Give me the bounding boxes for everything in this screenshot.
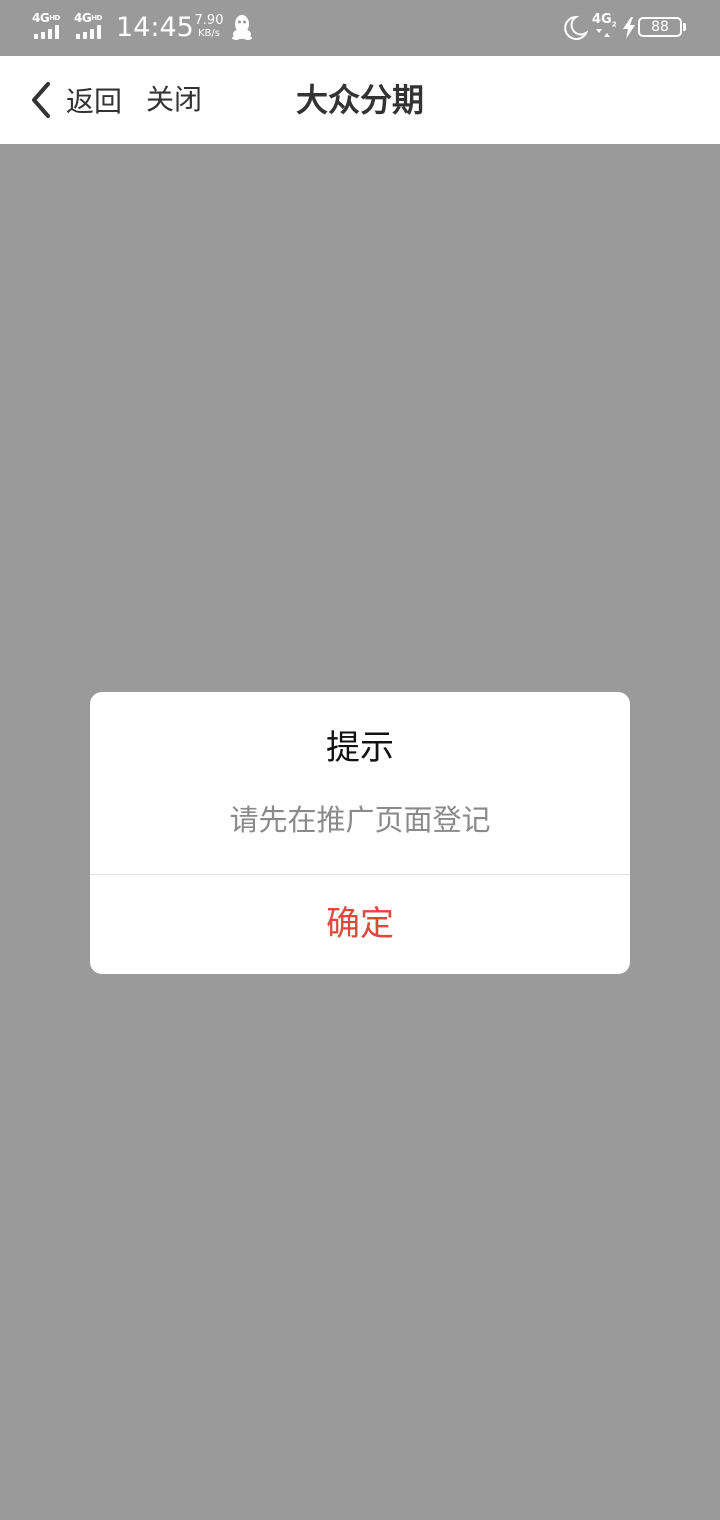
signal-bars-icon (76, 25, 101, 39)
back-button[interactable]: 返回 (30, 76, 122, 124)
network-speed-unit: KB/s (198, 28, 220, 39)
qq-penguin-icon (232, 15, 252, 40)
sim2-network-label: 4GHD (74, 11, 102, 25)
network-speed-value: 7.90 (194, 13, 224, 28)
bolt-icon (623, 17, 635, 39)
mobile-data-indicator: 4G2 (592, 13, 620, 41)
moon-icon (564, 15, 588, 40)
nav-bar: 返回 关闭 大众分期 (0, 56, 720, 144)
chevron-left-icon (30, 76, 60, 124)
battery-indicator: 88 (638, 17, 686, 37)
page-title: 大众分期 (295, 81, 424, 119)
sim1-signal-indicator: 4GHD (32, 12, 68, 40)
status-time: 14:45 (116, 12, 194, 43)
signal-bars-icon (34, 25, 59, 39)
sim2-signal-indicator: 4GHD (74, 12, 110, 40)
back-label: 返回 (66, 85, 123, 118)
network-speed: 7.90 KB/s (191, 14, 227, 40)
data-arrows-icon (596, 29, 610, 37)
sim1-network-label: 4GHD (32, 11, 60, 25)
confirm-button[interactable]: 确定 (90, 875, 630, 974)
dialog-title: 提示 (326, 728, 394, 768)
dialog-message: 请先在推广页面登记 (229, 803, 491, 837)
close-button[interactable]: 关闭 (146, 76, 202, 124)
alert-dialog: 提示 请先在推广页面登记 确定 (90, 692, 630, 974)
status-bar: 4GHD 4GHD 14:45 7.90 KB/s 4G2 88 (0, 0, 720, 56)
